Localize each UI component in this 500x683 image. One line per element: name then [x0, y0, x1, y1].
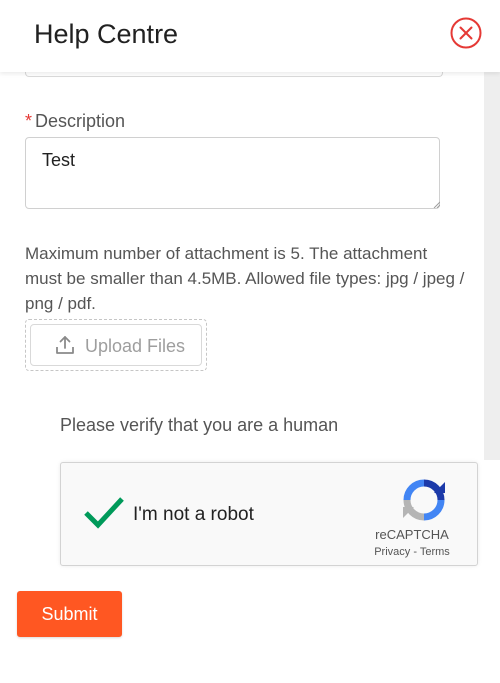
close-circle-icon[interactable]: [450, 17, 482, 49]
recaptcha-brand: reCAPTCHA: [375, 527, 449, 542]
upload-icon: [56, 336, 74, 354]
recaptcha-label: I'm not a robot: [133, 504, 254, 525]
link-separator: -: [410, 546, 420, 558]
scrollbar[interactable]: [484, 72, 500, 460]
attachment-info: Maximum number of attachment is 5. The a…: [25, 244, 465, 313]
description-label: * Description: [25, 110, 125, 132]
recaptcha-logo-icon: [403, 479, 445, 521]
privacy-link[interactable]: Privacy: [374, 546, 410, 558]
close-button[interactable]: [450, 17, 482, 49]
upload-files-button[interactable]: Upload Files: [30, 324, 202, 366]
help-centre-header: Help Centre: [0, 0, 500, 72]
resize-grip-icon[interactable]: [432, 200, 440, 208]
description-label-text: Description: [35, 111, 126, 131]
recaptcha-links: Privacy - Terms: [361, 545, 463, 559]
checkmark-icon[interactable]: [83, 495, 125, 529]
recaptcha-widget: I'm not a robot reCAPTCHA Privacy - Term…: [60, 462, 478, 566]
terms-link[interactable]: Terms: [420, 546, 450, 558]
required-mark: *: [25, 111, 33, 131]
upload-files-label: Upload Files: [85, 336, 186, 356]
page-title: Help Centre: [34, 19, 179, 49]
submit-button[interactable]: Submit: [17, 591, 122, 637]
upload-dropzone[interactable]: Upload Files: [25, 319, 207, 371]
verify-prompt: Please verify that you are a human: [60, 415, 339, 435]
description-textarea[interactable]: Test: [25, 137, 440, 209]
